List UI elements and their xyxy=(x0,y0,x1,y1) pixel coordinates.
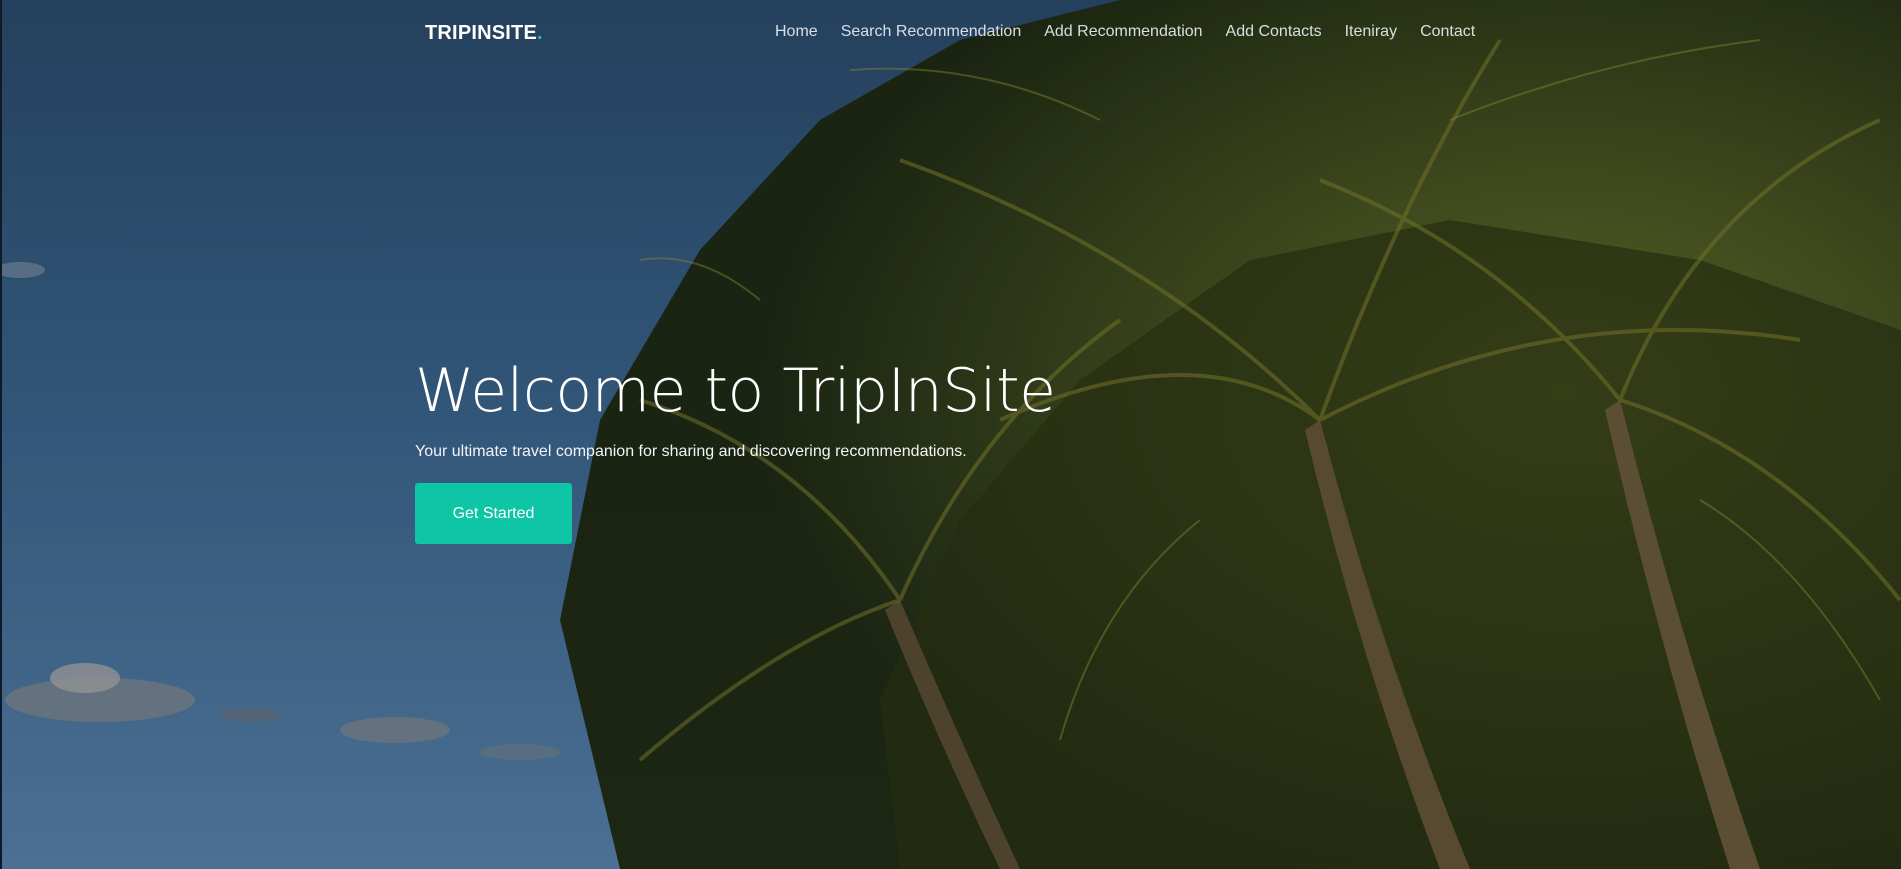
nav-item-add-contacts[interactable]: Add Contacts xyxy=(1226,23,1322,41)
window-left-border xyxy=(0,0,2,869)
nav-menu: Home Search Recommendation Add Recommend… xyxy=(775,23,1475,41)
hero-title: Welcome to TripInSite xyxy=(415,356,1056,426)
hero-subtitle: Your ultimate travel companion for shari… xyxy=(415,443,967,460)
hero-content: Welcome to TripInSite Your ultimate trav… xyxy=(415,355,1215,544)
nav-item-itinerary[interactable]: Iteniray xyxy=(1345,23,1397,41)
get-started-button[interactable]: Get Started xyxy=(415,483,572,544)
landing-page: TRIPINSITE. Home Search Recommendation A… xyxy=(0,0,1901,869)
brand-dot: . xyxy=(537,22,543,44)
nav-item-contact[interactable]: Contact xyxy=(1420,23,1475,41)
brand-logo[interactable]: TRIPINSITE. xyxy=(425,22,543,45)
nav-item-home[interactable]: Home xyxy=(775,23,818,41)
nav-item-search-recommendation[interactable]: Search Recommendation xyxy=(841,23,1022,41)
brand-name: TRIPINSITE xyxy=(425,22,538,44)
top-navbar: TRIPINSITE. Home Search Recommendation A… xyxy=(0,0,1901,68)
nav-item-add-recommendation[interactable]: Add Recommendation xyxy=(1044,23,1202,41)
